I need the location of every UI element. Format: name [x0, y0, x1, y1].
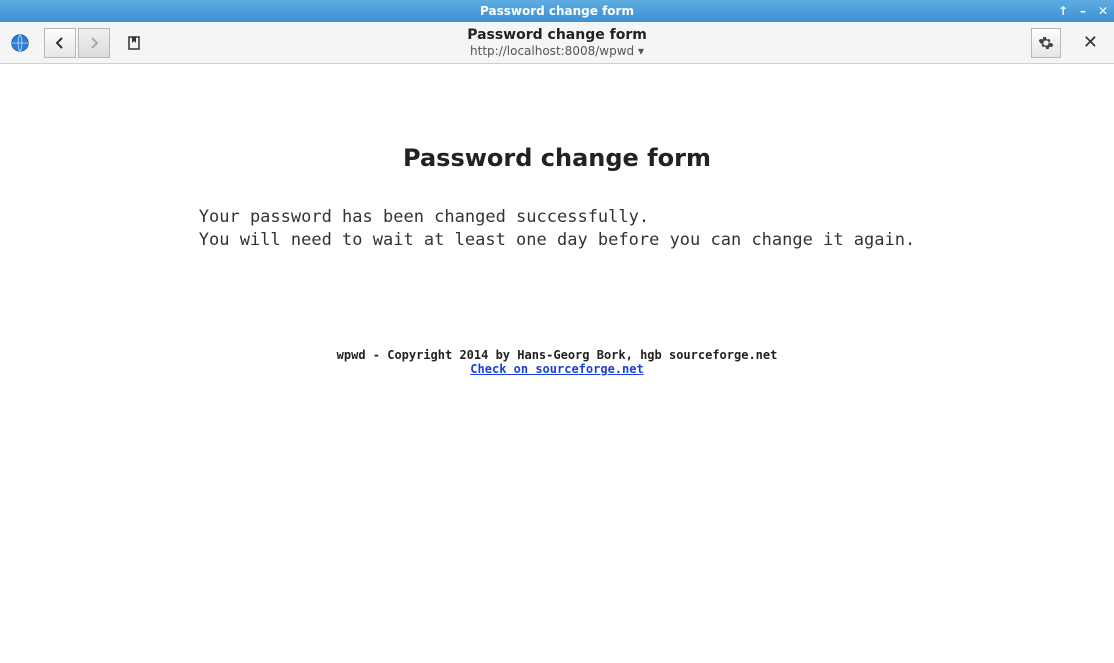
browser-toolbar: Password change form http://localhost:80… [0, 22, 1114, 64]
content-heading: Password change form [0, 144, 1114, 172]
toolbar-right: ✕ [1031, 28, 1108, 58]
bookmark-icon [126, 35, 142, 51]
address-info[interactable]: Password change form http://localhost:80… [467, 27, 647, 58]
footer: wpwd - Copyright 2014 by Hans-Georg Bork… [0, 348, 1114, 376]
sourceforge-link[interactable]: Check on sourceforge.net [470, 362, 643, 376]
window-controls: ↑ – ✕ [1056, 0, 1110, 22]
nav-buttons [44, 28, 110, 58]
forward-button [78, 28, 110, 58]
window-titlebar: Password change form ↑ – ✕ [0, 0, 1114, 22]
window-keep-above-icon[interactable]: ↑ [1056, 4, 1070, 18]
chevron-left-icon [54, 37, 66, 49]
message-block: Your password has been changed successfu… [199, 206, 915, 252]
globe-icon[interactable] [6, 29, 34, 57]
window-minimize-icon[interactable]: – [1076, 4, 1090, 18]
back-button[interactable] [44, 28, 76, 58]
window-close-icon[interactable]: ✕ [1096, 4, 1110, 18]
page-content: Password change form Your password has b… [0, 64, 1114, 376]
bookmark-button[interactable] [118, 28, 150, 58]
close-tab-button[interactable]: ✕ [1073, 32, 1108, 53]
window-title: Password change form [480, 4, 634, 18]
chevron-right-icon [88, 37, 100, 49]
page-title: Password change form [467, 27, 647, 44]
message-line-1: Your password has been changed successfu… [199, 206, 915, 229]
gear-icon [1038, 35, 1054, 51]
page-url: http://localhost:8008/wpwd ▾ [467, 44, 647, 58]
copyright-text: wpwd - Copyright 2014 by Hans-Georg Bork… [0, 348, 1114, 362]
settings-button[interactable] [1031, 28, 1061, 58]
message-line-2: You will need to wait at least one day b… [199, 229, 915, 252]
